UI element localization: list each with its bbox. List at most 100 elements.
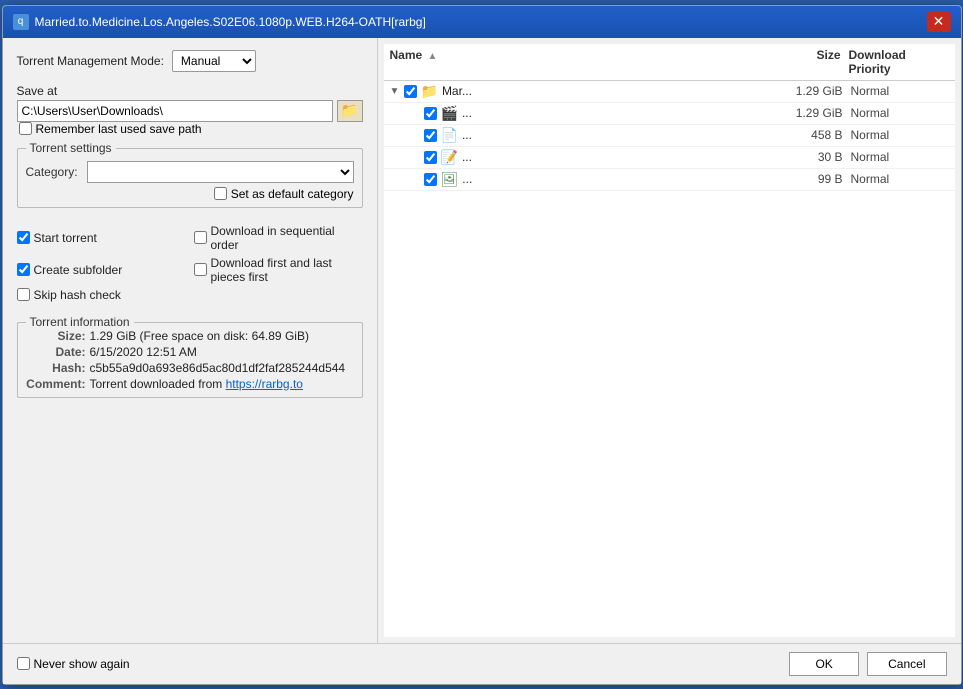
torrent-info-title: Torrent information (26, 315, 134, 329)
hash-value: c5b55a9d0a693e86d5ac80d1df2faf285244d544 (90, 361, 354, 375)
dialog-footer: Never show again OK Cancel (3, 643, 961, 684)
jpg-file-icon: 🖼 (441, 171, 459, 188)
start-torrent-label: Start torrent (34, 231, 97, 245)
torrent-settings-title: Torrent settings (26, 141, 116, 155)
file-checkbox[interactable] (424, 107, 437, 120)
file-priority: Normal (851, 128, 951, 142)
skip-hash-row: Skip hash check (17, 288, 186, 302)
file-priority: Normal (851, 172, 951, 186)
file-priority: Normal (851, 84, 951, 98)
create-subfolder-row: Create subfolder (17, 256, 186, 284)
table-row: 📝 ... 30 B Normal (384, 147, 955, 169)
dialog-title: Married.to.Medicine.Los.Angeles.S02E06.1… (35, 15, 426, 29)
save-at-label: Save at (17, 84, 363, 98)
skip-hash-label: Skip hash check (34, 288, 121, 302)
date-value: 6/15/2020 12:51 AM (90, 345, 354, 359)
browse-folder-button[interactable]: 📁 (337, 100, 363, 122)
default-category-row: Set as default category (26, 187, 354, 201)
comment-key: Comment: (26, 377, 86, 391)
never-show-again-label: Never show again (34, 657, 130, 671)
create-subfolder-checkbox[interactable] (17, 263, 30, 276)
category-row: Category: (26, 161, 354, 183)
footer-left: Never show again (17, 657, 130, 671)
remember-save-path-label: Remember last used save path (36, 122, 202, 136)
main-dialog: q Married.to.Medicine.Los.Angeles.S02E06… (2, 5, 962, 685)
left-panel: Torrent Management Mode: Manual Automati… (3, 38, 378, 643)
set-default-category-label: Set as default category (231, 187, 354, 201)
torrent-info-group: Torrent information Size: 1.29 GiB (Free… (17, 322, 363, 398)
table-row: ▼ 📁 Mar... 1.29 GiB Normal (384, 81, 955, 103)
col-name-label: Name (390, 48, 423, 62)
file-checkbox[interactable] (424, 129, 437, 142)
save-path-input[interactable] (17, 100, 333, 122)
file-name: ... (462, 150, 771, 164)
txt-file-icon: 📝 (441, 149, 458, 166)
file-priority: Normal (851, 150, 951, 164)
category-select[interactable] (87, 161, 354, 183)
tree-expand-icon[interactable]: ▼ (390, 86, 404, 97)
comment-value: Torrent downloaded from https://rarbg.to (90, 377, 354, 391)
close-button[interactable]: ✕ (927, 12, 951, 32)
size-value: 1.29 GiB (Free space on disk: 64.89 GiB) (90, 329, 354, 343)
save-at-section: Save at 📁 Remember last used save path (17, 84, 363, 136)
table-row: 📄 ... 458 B Normal (384, 125, 955, 147)
file-name: ... (462, 128, 771, 142)
app-icon: q (13, 14, 29, 30)
management-mode-select[interactable]: Manual Automatic (172, 50, 256, 72)
hash-key: Hash: (26, 361, 86, 375)
sequential-row: Download in sequential order (194, 224, 363, 252)
nfo-file-icon: 📄 (441, 127, 458, 144)
name-sort-arrow: ▲ (428, 51, 438, 62)
cancel-button[interactable]: Cancel (867, 652, 946, 676)
file-size: 458 B (771, 128, 851, 142)
footer-buttons: OK Cancel (789, 652, 946, 676)
file-size: 99 B (771, 172, 851, 186)
file-size: 1.29 GiB (771, 106, 851, 120)
file-checkbox[interactable] (404, 85, 417, 98)
start-torrent-checkbox[interactable] (17, 231, 30, 244)
ok-button[interactable]: OK (789, 652, 859, 676)
col-priority-header: Download Priority (849, 48, 949, 76)
remember-row: Remember last used save path (17, 122, 363, 136)
torrent-settings-section: Torrent settings Category: Set as defaul… (17, 148, 363, 208)
file-tree-header: Name ▲ Size Download Priority (384, 44, 955, 81)
file-checkbox[interactable] (424, 151, 437, 164)
col-name-header: Name ▲ (390, 48, 769, 76)
title-bar: q Married.to.Medicine.Los.Angeles.S02E06… (3, 6, 961, 38)
save-path-row: 📁 (17, 100, 363, 122)
right-panel: Name ▲ Size Download Priority ▼ 📁 Mar...… (378, 38, 961, 643)
file-name: Mar... (442, 84, 771, 98)
file-name: ... (462, 106, 771, 120)
file-checkbox[interactable] (424, 173, 437, 186)
sequential-checkbox[interactable] (194, 231, 207, 244)
table-row: 🖼 ... 99 B Normal (384, 169, 955, 191)
file-priority: Normal (851, 106, 951, 120)
dialog-body: Torrent Management Mode: Manual Automati… (3, 38, 961, 643)
management-mode-label: Torrent Management Mode: (17, 54, 164, 68)
set-default-category-checkbox[interactable] (214, 187, 227, 200)
comment-text: Torrent downloaded from (90, 377, 226, 391)
date-key: Date: (26, 345, 86, 359)
first-last-checkbox[interactable] (194, 263, 207, 276)
comment-link[interactable]: https://rarbg.to (226, 377, 303, 391)
first-last-label: Download first and last pieces first (211, 256, 363, 284)
create-subfolder-label: Create subfolder (34, 263, 123, 277)
folder-icon: 📁 (421, 83, 438, 100)
skip-hash-checkbox[interactable] (17, 288, 30, 301)
file-size: 30 B (771, 150, 851, 164)
info-grid: Size: 1.29 GiB (Free space on disk: 64.8… (26, 329, 354, 391)
file-tree: ▼ 📁 Mar... 1.29 GiB Normal 🎬 ... 1.29 Gi… (384, 81, 955, 637)
first-last-row: Download first and last pieces first (194, 256, 363, 284)
torrent-info-section: Torrent information Size: 1.29 GiB (Free… (17, 318, 363, 398)
options-checkboxes: Start torrent Download in sequential ord… (17, 224, 363, 302)
sequential-label: Download in sequential order (211, 224, 363, 252)
category-label: Category: (26, 165, 81, 179)
never-show-again-checkbox[interactable] (17, 657, 30, 670)
remember-save-path-checkbox[interactable] (19, 122, 32, 135)
size-key: Size: (26, 329, 86, 343)
title-bar-left: q Married.to.Medicine.Los.Angeles.S02E06… (13, 14, 426, 30)
file-name: ... (462, 172, 770, 186)
file-size: 1.29 GiB (771, 84, 851, 98)
video-file-icon: 🎬 (441, 105, 458, 122)
table-row: 🎬 ... 1.29 GiB Normal (384, 103, 955, 125)
